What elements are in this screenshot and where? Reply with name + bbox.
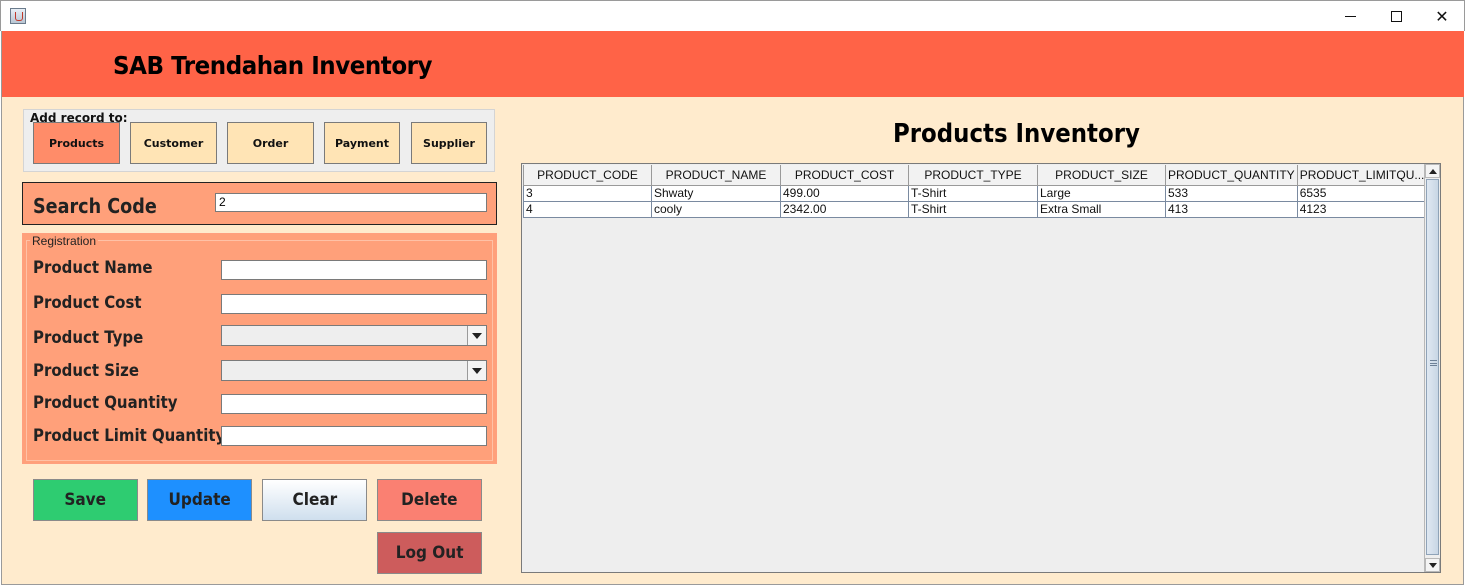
scroll-down-arrow-icon[interactable] — [1425, 558, 1440, 572]
save-button-label: Save — [64, 490, 107, 510]
table-header-row: PRODUCT_CODE PRODUCT_NAME PRODUCT_COST P… — [523, 165, 1428, 186]
update-button[interactable]: Update — [147, 479, 252, 521]
table-cell[interactable]: T-Shirt — [908, 184, 1038, 202]
product-name-input[interactable] — [221, 260, 487, 280]
order-button[interactable]: Order — [227, 122, 314, 164]
products-button[interactable]: Products — [33, 122, 120, 164]
product-quantity-label: Product Quantity — [33, 393, 178, 413]
scroll-up-arrow-icon[interactable] — [1425, 164, 1440, 178]
app-header: SAB Trendahan Inventory — [2, 31, 1464, 97]
window-titlebar: ✕ — [0, 0, 1465, 31]
payment-button[interactable]: Payment — [324, 122, 400, 164]
product-size-select[interactable] — [221, 360, 487, 381]
table-cell[interactable]: cooly — [651, 200, 781, 218]
search-code-input[interactable]: 2 — [215, 193, 487, 212]
registration-legend: Registration — [30, 234, 99, 248]
table-cell[interactable]: Large — [1037, 184, 1166, 202]
save-button[interactable]: Save — [33, 479, 138, 521]
column-header-product-quantity[interactable]: PRODUCT_QUANTITY — [1165, 165, 1298, 186]
close-button[interactable]: ✕ — [1419, 1, 1465, 31]
scrollbar-thumb[interactable] — [1426, 179, 1439, 555]
table-cell[interactable]: 2342.00 — [780, 200, 909, 218]
table-cell[interactable]: 4123 — [1296, 200, 1428, 218]
table-cell[interactable]: 3 — [523, 184, 652, 202]
table-row[interactable]: 3 Shwaty 499.00 T-Shirt Large 533 6535 — [523, 184, 1428, 202]
table-cell[interactable]: T-Shirt — [908, 200, 1038, 218]
product-cost-input[interactable] — [221, 294, 487, 314]
column-header-product-limit-quantity[interactable]: PRODUCT_LIMITQU... — [1296, 165, 1428, 186]
delete-button-label: Delete — [401, 490, 458, 510]
product-limit-quantity-label: Product Limit Quantity — [33, 426, 226, 446]
close-icon: ✕ — [1435, 6, 1449, 26]
product-size-label: Product Size — [33, 361, 139, 381]
grip-icon — [1430, 360, 1437, 366]
java-app-icon — [10, 8, 26, 24]
column-header-product-cost[interactable]: PRODUCT_COST — [780, 165, 909, 186]
clear-button-label: Clear — [292, 490, 337, 510]
table-cell[interactable]: 413 — [1165, 200, 1298, 218]
table-cell[interactable]: 4 — [523, 200, 652, 218]
product-limit-quantity-input[interactable] — [221, 426, 487, 446]
inventory-table[interactable]: PRODUCT_CODE PRODUCT_NAME PRODUCT_COST P… — [523, 165, 1428, 218]
search-panel: Search Code 2 — [22, 182, 497, 225]
registration-panel: Registration Product Name Product Cost P… — [22, 233, 497, 464]
customer-button[interactable]: Customer — [130, 122, 217, 164]
search-code-label: Search Code — [33, 194, 157, 218]
product-name-label: Product Name — [33, 258, 153, 278]
add-record-panel: Add record to: Products Customer Order P… — [23, 109, 495, 172]
logout-button-label: Log Out — [395, 543, 464, 563]
table-cell[interactable]: Extra Small — [1037, 200, 1166, 218]
table-cell[interactable]: 499.00 — [780, 184, 909, 202]
product-type-label: Product Type — [33, 328, 144, 348]
column-header-product-name[interactable]: PRODUCT_NAME — [651, 165, 781, 186]
supplier-button[interactable]: Supplier — [411, 122, 487, 164]
vertical-scrollbar[interactable] — [1424, 164, 1440, 572]
column-header-product-code[interactable]: PRODUCT_CODE — [523, 165, 652, 186]
product-cost-label: Product Cost — [33, 293, 142, 313]
maximize-icon — [1390, 10, 1402, 22]
column-header-product-size[interactable]: PRODUCT_SIZE — [1037, 165, 1166, 186]
product-type-select[interactable] — [221, 325, 487, 346]
clear-button[interactable]: Clear — [262, 479, 367, 521]
logout-button[interactable]: Log Out — [377, 532, 482, 574]
inventory-title: Products Inventory — [893, 119, 1140, 149]
table-cell[interactable]: 533 — [1165, 184, 1298, 202]
update-button-label: Update — [168, 490, 231, 510]
chevron-down-icon[interactable] — [467, 361, 486, 380]
product-quantity-input[interactable] — [221, 394, 487, 414]
inventory-table-scrollpane[interactable]: PRODUCT_CODE PRODUCT_NAME PRODUCT_COST P… — [521, 163, 1441, 573]
maximize-button[interactable] — [1373, 1, 1419, 31]
minimize-button[interactable] — [1327, 1, 1373, 31]
app-title: SAB Trendahan Inventory — [113, 51, 433, 80]
chevron-down-icon[interactable] — [467, 326, 486, 345]
client-area: SAB Trendahan Inventory Add record to: P… — [1, 31, 1464, 585]
table-row[interactable]: 4 cooly 2342.00 T-Shirt Extra Small 413 … — [523, 200, 1428, 218]
table-cell[interactable]: 6535 — [1296, 184, 1428, 202]
delete-button[interactable]: Delete — [377, 479, 482, 521]
table-cell[interactable]: Shwaty — [651, 184, 781, 202]
column-header-product-type[interactable]: PRODUCT_TYPE — [908, 165, 1038, 186]
minimize-icon — [1344, 15, 1356, 17]
